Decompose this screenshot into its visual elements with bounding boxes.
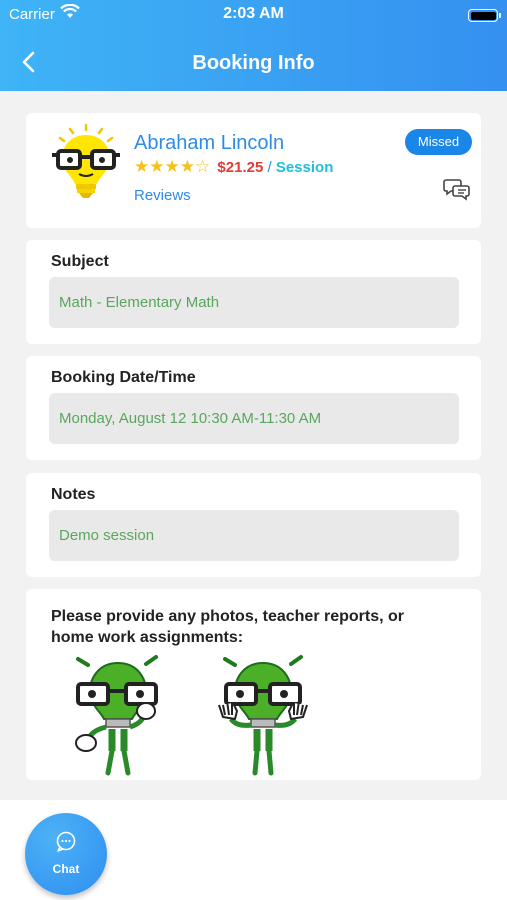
app-header: Carrier 2:03 AM Booking Info <box>0 0 507 91</box>
chat-fab-label: Chat <box>52 862 80 876</box>
notes-label: Notes <box>51 486 96 503</box>
rating-row: ★★★★☆ $21.25 / Session <box>134 157 333 177</box>
price: $21.25 <box>217 159 264 176</box>
star-rating: ★★★★☆ <box>134 157 210 176</box>
notes-field: Demo session <box>49 510 459 561</box>
clock: 2:03 AM <box>223 5 284 22</box>
star-outline-icon: ☆ <box>195 157 211 176</box>
price-separator: / <box>263 159 276 176</box>
uploads-prompt: Please provide any photos, teacher repor… <box>51 608 404 646</box>
subject-label: Subject <box>51 253 109 270</box>
chat-fab-button[interactable]: Chat <box>25 813 107 895</box>
uploads-card: Please provide any photos, teacher repor… <box>26 589 481 780</box>
booking-datetime-card: Booking Date/Time Monday, August 12 10:3… <box>26 356 481 460</box>
chat-bubble-icon <box>56 831 76 852</box>
mascot-pointing-icon[interactable] <box>68 651 168 776</box>
price-unit: Session <box>275 159 334 176</box>
status-bar: Carrier 2:03 AM <box>0 4 507 26</box>
battery-icon <box>468 9 501 22</box>
status-badge: Missed <box>405 129 472 155</box>
booking-datetime-label: Booking Date/Time <box>51 369 196 386</box>
mascot-hands-up-icon[interactable] <box>213 651 313 776</box>
reviews-link[interactable]: Reviews <box>134 187 191 204</box>
subject-card: Subject Math - Elementary Math <box>26 240 481 344</box>
booking-datetime-field: Monday, August 12 10:30 AM-11:30 AM <box>49 393 459 444</box>
star-icon: ★ <box>134 157 150 176</box>
star-icon: ★ <box>164 157 180 176</box>
subject-field: Math - Elementary Math <box>49 277 459 328</box>
tutor-name: Abraham Lincoln <box>134 132 285 154</box>
chat-bubbles-icon[interactable] <box>443 177 471 201</box>
page-title: Booking Info <box>192 52 315 74</box>
lightbulb-avatar-icon <box>52 123 120 198</box>
notes-card: Notes Demo session <box>26 473 481 577</box>
star-icon: ★ <box>149 157 165 176</box>
tutor-card: Abraham Lincoln ★★★★☆ $21.25 / Session R… <box>26 113 481 228</box>
star-icon: ★ <box>179 157 195 176</box>
